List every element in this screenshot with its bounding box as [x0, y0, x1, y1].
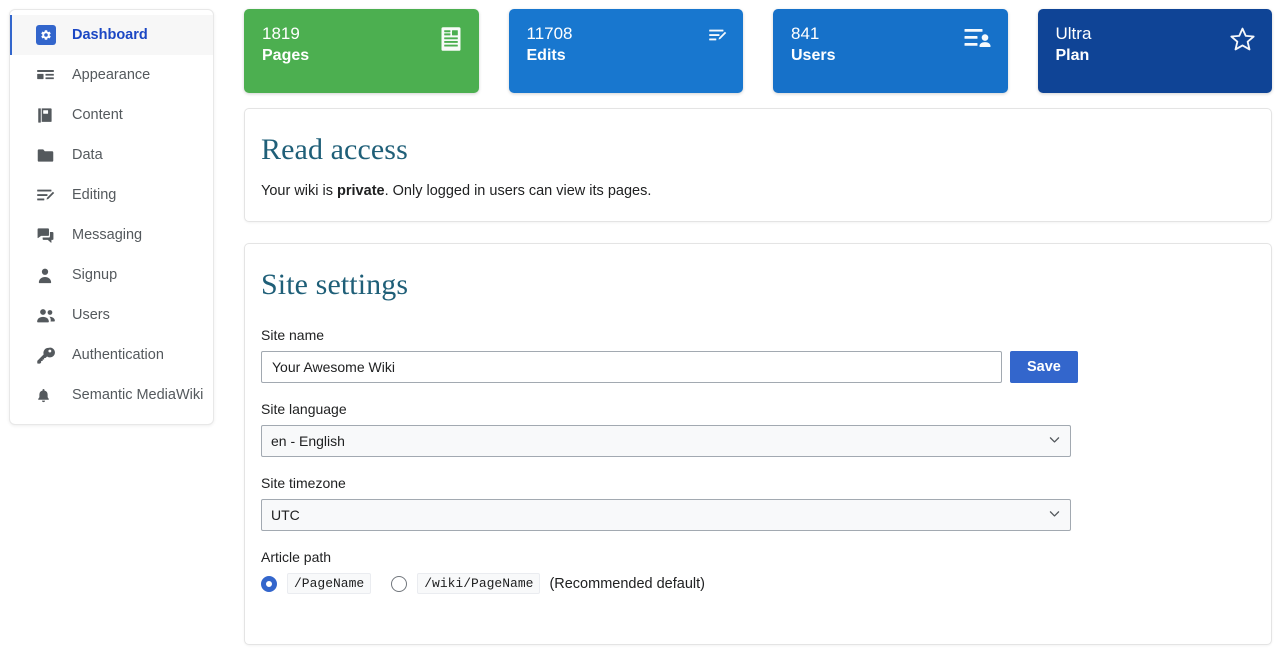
sidebar-item-label: Signup [72, 267, 117, 283]
article-path-radio-group: /PageName/wiki/PageName (Recommended defa… [261, 573, 1255, 594]
stat-card-plan[interactable]: UltraPlan [1038, 9, 1273, 93]
sidebar-item-content[interactable]: Content [10, 95, 213, 135]
dashboard-page: Dashboard Appearance Content Data Editing Mes… [0, 0, 1280, 655]
site-name-field: Site name Save [261, 326, 1255, 383]
stat-card-value: Ultra [1056, 23, 1255, 45]
user-list-icon [964, 26, 992, 50]
sidebar-nav: Dashboard Appearance Content Data Editing Mes… [9, 9, 214, 425]
article-path-label: Article path [261, 548, 1255, 566]
sidebar-item-messaging[interactable]: Messaging [10, 215, 213, 255]
bell-icon [36, 385, 58, 405]
read-access-title: Read access [261, 131, 1255, 169]
stat-card-value: 11708 [527, 23, 726, 45]
sidebar-item-appearance[interactable]: Appearance [10, 55, 213, 95]
sidebar-item-label: Appearance [72, 67, 150, 83]
read-access-emphasis: private [337, 183, 385, 199]
sidebar-item-label: Editing [72, 187, 116, 203]
site-name-label: Site name [261, 326, 1255, 344]
stat-card-pages[interactable]: 1819Pages [244, 9, 479, 93]
save-button[interactable]: Save [1010, 351, 1078, 383]
sidebar-item-label: Content [72, 107, 123, 123]
layout-icon [36, 65, 58, 85]
sidebar-item-label: Semantic MediaWiki [72, 387, 203, 403]
read-access-text-before: Your wiki is [261, 183, 337, 199]
sidebar-item-label: Users [72, 307, 110, 323]
stat-card-value: 841 [791, 23, 990, 45]
site-settings-panel: Site settings Site name Save Site langua… [244, 243, 1272, 645]
site-timezone-select-wrap: UTC [261, 499, 1071, 531]
edit-list-icon [36, 185, 58, 205]
site-name-input-row: Save [261, 351, 1255, 383]
site-language-field: Site language en - English [261, 400, 1255, 457]
stat-card-label: Edits [527, 45, 726, 67]
stat-card-edits[interactable]: 11708Edits [509, 9, 744, 93]
sidebar-item-label: Authentication [72, 347, 164, 363]
sidebar-item-users[interactable]: Users [10, 295, 213, 335]
site-language-label: Site language [261, 400, 1255, 418]
person-icon [36, 265, 58, 285]
sidebar-item-label: Data [72, 147, 103, 163]
gear-icon-badge [36, 25, 56, 45]
stat-card-label: Pages [262, 45, 461, 67]
article-path-field: Article path /PageName/wiki/PageName (Rec… [261, 548, 1255, 594]
sidebar-item-editing[interactable]: Editing [10, 175, 213, 215]
gear-icon [36, 25, 58, 45]
site-language-select-wrap: en - English [261, 425, 1071, 457]
stat-card-users[interactable]: 841Users [773, 9, 1008, 93]
sidebar-item-dashboard[interactable]: Dashboard [10, 15, 213, 55]
sidebar-item-signup[interactable]: Signup [10, 255, 213, 295]
sidebar-item-semantic-mediawiki[interactable]: Semantic MediaWiki [10, 375, 213, 415]
edit-list-icon [708, 26, 727, 45]
site-language-select[interactable]: en - English [261, 425, 1071, 457]
site-timezone-label: Site timezone [261, 474, 1255, 492]
read-access-panel: Read access Your wiki is private. Only l… [244, 108, 1272, 222]
sidebar-item-label: Messaging [72, 227, 142, 243]
read-access-text-after: . Only logged in users can view its page… [385, 183, 652, 199]
folder-icon [36, 145, 58, 165]
article-path-radio-1[interactable] [261, 576, 277, 592]
site-name-input[interactable] [261, 351, 1002, 383]
site-timezone-field: Site timezone UTC [261, 474, 1255, 531]
article-path-hint: (Recommended default) [549, 576, 705, 592]
site-timezone-select[interactable]: UTC [261, 499, 1071, 531]
stat-cards-row: 1819Pages 11708Edits 841Users UltraPlan [244, 9, 1272, 93]
stat-card-label: Plan [1056, 45, 1255, 67]
document-icon [439, 26, 463, 52]
sidebar-item-authentication[interactable]: Authentication [10, 335, 213, 375]
people-icon [36, 305, 58, 325]
book-icon [36, 105, 58, 125]
read-access-description: Your wiki is private. Only logged in use… [261, 181, 1255, 201]
star-icon [1229, 26, 1256, 52]
sidebar-item-label: Dashboard [72, 27, 148, 43]
site-settings-title: Site settings [261, 266, 1255, 304]
sidebar-item-data[interactable]: Data [10, 135, 213, 175]
key-icon [36, 345, 58, 365]
chat-bubbles-icon [36, 225, 58, 245]
article-path-radio-2[interactable] [391, 576, 407, 592]
article-path-value-1[interactable]: /PageName [287, 573, 371, 594]
stat-card-label: Users [791, 45, 990, 67]
article-path-value-2[interactable]: /wiki/PageName [417, 573, 540, 594]
stat-card-value: 1819 [262, 23, 461, 45]
